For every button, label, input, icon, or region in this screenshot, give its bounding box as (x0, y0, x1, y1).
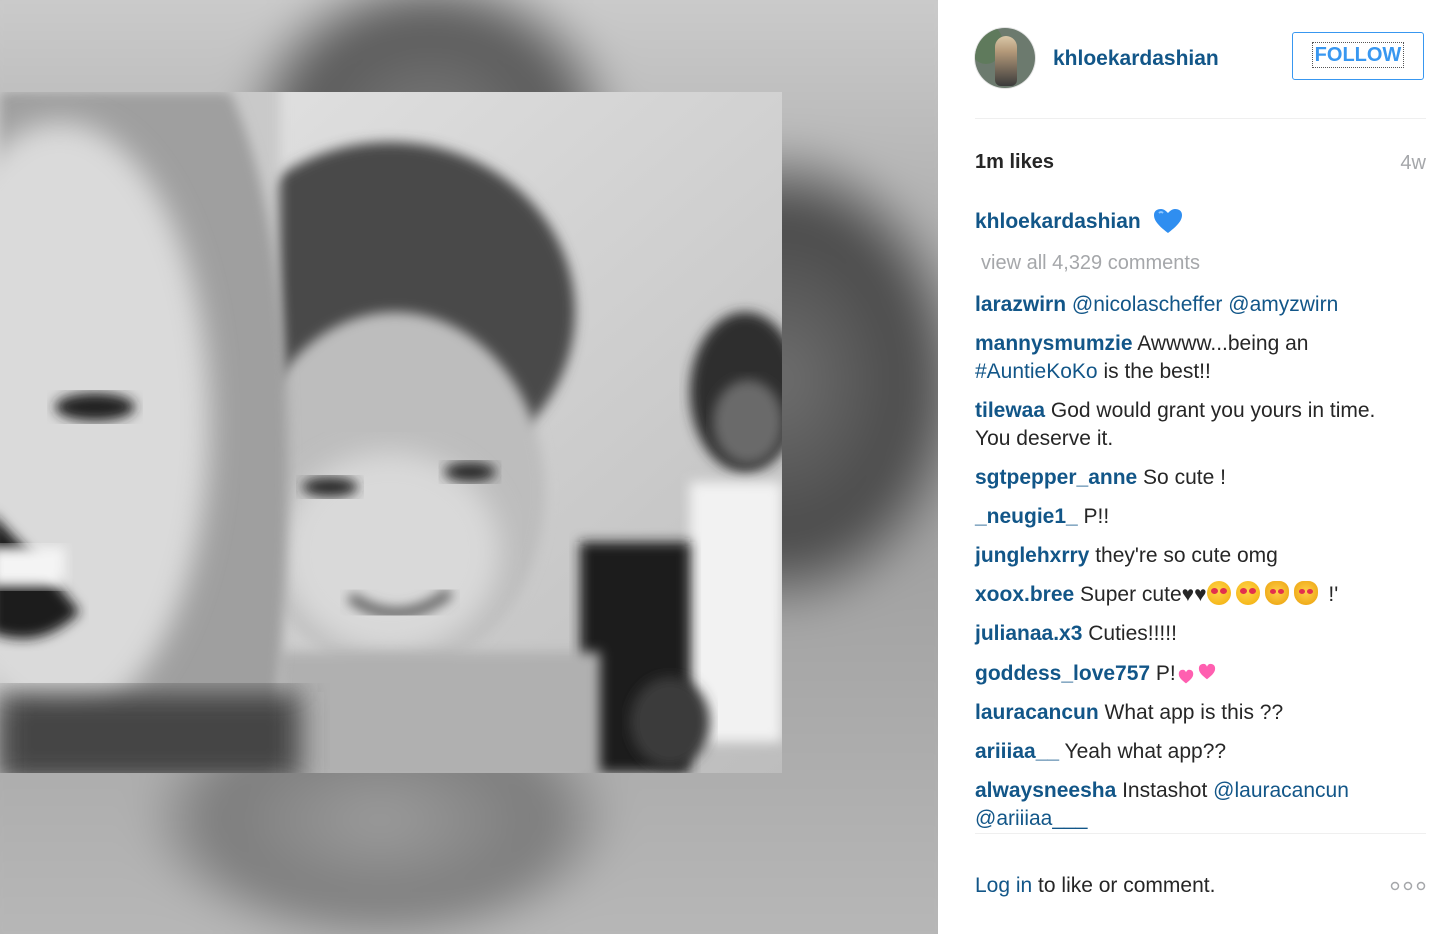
login-prompt-text: to like or comment. (1032, 874, 1216, 897)
post-caption: khloekardashian (975, 208, 1183, 234)
comment-item: mannysmumzie Awwww...being an #AuntieKoK… (975, 330, 1415, 386)
comment-item: alwaysneesha Instashot @lauracancun @ari… (975, 777, 1415, 833)
login-prompt: Log in to like or comment. (975, 874, 1215, 898)
hashtag-link[interactable]: #AuntieKoKo (975, 360, 1098, 383)
comment-text: is the best!! (1097, 360, 1211, 383)
comment-username[interactable]: larazwirn (975, 293, 1066, 316)
photo-viewer (0, 0, 938, 934)
comment-text: So cute ! (1137, 466, 1226, 489)
comment-username[interactable]: xoox.bree (975, 583, 1074, 606)
avatar[interactable] (975, 28, 1035, 88)
post-time-ago[interactable]: 4w (1400, 152, 1426, 175)
avatar-figure (995, 36, 1017, 86)
view-all-comments-link[interactable]: view all 4,329 comments (981, 252, 1200, 275)
comment-username[interactable]: goddess_love757 (975, 662, 1150, 685)
mention-link[interactable]: @nicolascheffer (1072, 293, 1223, 316)
comment-username[interactable]: _neugie1_ (975, 505, 1078, 528)
post-sidebar: khloekardashian FOLLOW 1m likes 4w khloe… (938, 0, 1440, 934)
comment-username[interactable]: sgtpepper_anne (975, 466, 1137, 489)
comment-text: Awwww...being an (1132, 332, 1309, 355)
comment-item: larazwirn @nicolascheffer @amyzwirn (975, 291, 1415, 319)
comment-username[interactable]: lauracancun (975, 701, 1099, 724)
post-author-username[interactable]: khloekardashian (1053, 47, 1219, 71)
header-divider (975, 118, 1426, 119)
comment-username[interactable]: ariiiaa__ (975, 740, 1059, 763)
comment-text: they're so cute omg (1089, 544, 1278, 567)
comment-username[interactable]: junglehxrry (975, 544, 1089, 567)
heart-eyes-cat-icon (1293, 581, 1318, 605)
comments-divider (975, 833, 1426, 834)
comment-list: larazwirn @nicolascheffer @amyzwirn manny… (975, 291, 1415, 844)
two-pink-hearts-icon (1178, 663, 1215, 684)
post-photo[interactable] (0, 92, 782, 773)
follow-button[interactable]: FOLLOW (1292, 32, 1424, 80)
comment-text: Instashot (1116, 779, 1214, 802)
comment-item: lauracancun What app is this ?? (975, 699, 1415, 727)
mention-link[interactable]: @amyzwirn (1228, 293, 1338, 316)
post-header: khloekardashian FOLLOW (975, 28, 1426, 88)
likes-count[interactable]: 1m likes (975, 151, 1054, 174)
comment-item: ariiiaa__ Yeah what app?? (975, 738, 1415, 766)
comment-text: P! (1150, 662, 1176, 685)
more-options-icon[interactable] (1390, 880, 1426, 892)
comment-item: _neugie1_ P!! (975, 503, 1415, 531)
comment-text: Cuties!!!!! (1082, 622, 1177, 645)
heart-eyes-face-icon (1206, 581, 1231, 605)
comment-text: Super cute♥♥ (1074, 583, 1207, 606)
login-link[interactable]: Log in (975, 874, 1032, 897)
comment-item: goddess_love757 P! (975, 659, 1415, 688)
comment-username[interactable]: julianaa.x3 (975, 622, 1082, 645)
comment-text: Yeah what app?? (1059, 740, 1227, 763)
comment-item: tilewaa God would grant you yours in tim… (975, 397, 1415, 453)
comment-username[interactable]: tilewaa (975, 399, 1045, 422)
mention-link[interactable]: @lauracancun (1213, 779, 1349, 802)
comment-text: What app is this ?? (1098, 701, 1284, 724)
photo-image (0, 92, 782, 773)
comment-text: P!! (1077, 505, 1110, 528)
comment-item: sgtpepper_anne So cute ! (975, 464, 1415, 492)
comment-username[interactable]: mannysmumzie (975, 332, 1133, 355)
blue-heart-icon (1153, 209, 1182, 233)
comment-username[interactable]: alwaysneesha (975, 779, 1116, 802)
mention-link[interactable]: @ariiiaa___ (975, 807, 1087, 830)
heart-eyes-cat-icon (1264, 581, 1289, 605)
comment-item: junglehxrry they're so cute omg (975, 542, 1415, 570)
comment-item: xoox.bree Super cute♥♥ !' (975, 581, 1415, 609)
comment-text: !' (1322, 583, 1339, 606)
follow-button-label: FOLLOW (1311, 42, 1405, 68)
heart-eyes-face-icon (1235, 581, 1260, 605)
comment-item: julianaa.x3 Cuties!!!!! (975, 620, 1415, 648)
caption-username[interactable]: khloekardashian (975, 210, 1141, 233)
